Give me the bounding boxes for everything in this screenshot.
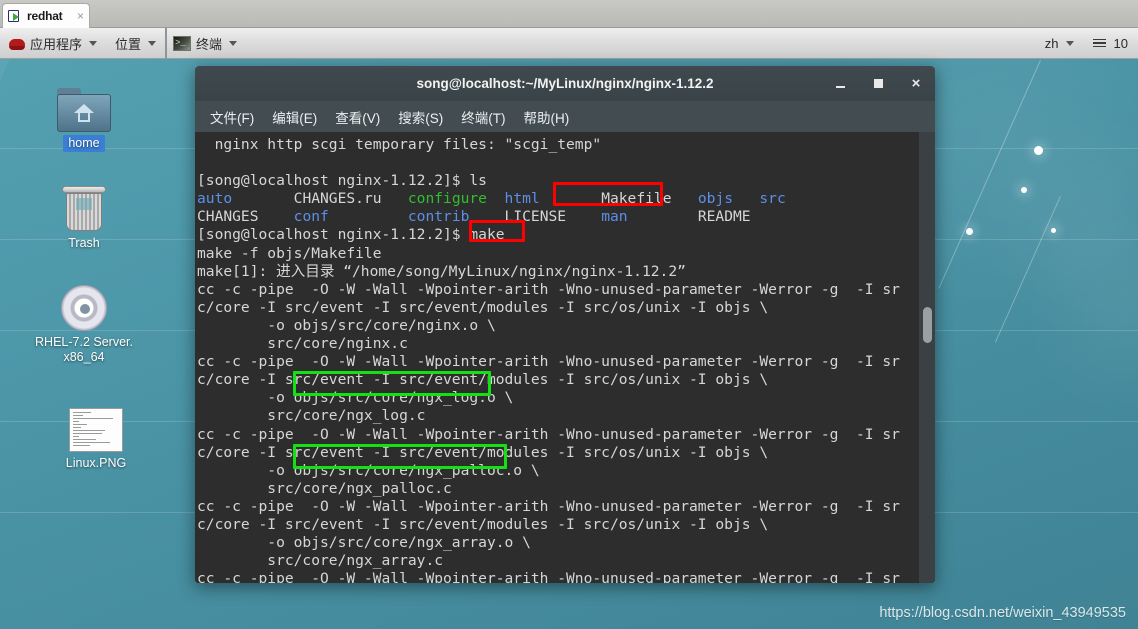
desktop-icon-linux-png[interactable]: Linux.PNG xyxy=(31,396,161,472)
scrollbar-thumb[interactable] xyxy=(923,307,932,343)
trash-icon xyxy=(19,176,149,232)
chevron-down-icon xyxy=(89,40,98,46)
terminal-line: cc -c -pipe -O -W -Wall -Wpointer-arith … xyxy=(197,425,900,443)
system-status-menu[interactable]: 10 xyxy=(1083,36,1138,51)
terminal-line: c/core -I src/event -I src/event/modules… xyxy=(197,515,769,533)
terminal-titlebar[interactable]: song@localhost:~/MyLinux/nginx/nginx-1.1… xyxy=(195,66,935,101)
terminal-line: auto CHANGES.ru configure html Makefile … xyxy=(197,190,919,208)
menu-terminal[interactable]: 终端(T) xyxy=(454,105,512,129)
window-controls: × xyxy=(821,66,935,101)
terminal-line: make[1]: 进入目录 “/home/song/MyLinux/nginx/… xyxy=(197,262,686,280)
menu-places-label: 位置 xyxy=(115,36,142,52)
ls-entry: man xyxy=(601,208,698,226)
terminal-menubar: 文件(F) 编辑(E) 查看(V) 搜索(S) 终端(T) 帮助(H) xyxy=(195,101,935,132)
input-method-indicator[interactable]: zh xyxy=(1036,28,1083,59)
minimize-button[interactable] xyxy=(821,66,859,101)
terminal-line: src/core/nginx.c xyxy=(197,335,408,353)
desktop-icon-trash[interactable]: Trash xyxy=(19,176,149,252)
terminal-line: cc -c -pipe -O -W -Wall -Wpointer-arith … xyxy=(197,570,900,583)
ls-entry: configure xyxy=(407,190,505,208)
ls-entry: conf xyxy=(293,208,408,226)
desktop-icon-home-label: home xyxy=(63,135,105,152)
chevron-down-icon xyxy=(229,40,238,46)
terminal-line: nginx http scgi temporary files: "scgi_t… xyxy=(197,136,602,153)
terminal-window: song@localhost:~/MyLinux/nginx/nginx-1.1… xyxy=(195,66,935,583)
terminal-line: -o objs/src/core/ngx_array.o \ xyxy=(197,534,531,552)
desktop-icon-rhel-disc-label: RHEL-7.2 Server. x86_64 xyxy=(35,335,133,364)
ls-entry: src xyxy=(759,190,786,208)
ls-entry: auto xyxy=(197,190,294,208)
desktop-icon-home[interactable]: home xyxy=(19,76,149,152)
desktop-screen: redhat × 应用程序 位置 >_ 终端 zh 10 home Trash … xyxy=(0,0,1138,629)
terminal-title: song@localhost:~/MyLinux/nginx/nginx-1.1… xyxy=(416,76,714,91)
ls-entry: objs xyxy=(697,190,760,208)
menu-applications-label: 应用程序 xyxy=(30,36,83,52)
browser-tab-strip: redhat × xyxy=(0,0,1138,28)
image-file-icon xyxy=(31,396,161,452)
ls-entry: CHANGES xyxy=(197,208,294,226)
clock-label: 10 xyxy=(1113,35,1128,51)
hamburger-icon xyxy=(1092,38,1106,48)
desktop-icon-rhel-disc[interactable]: RHEL-7.2 Server. x86_64 xyxy=(19,275,149,366)
terminal-line: make -f objs/Makefile xyxy=(197,244,382,262)
terminal-line: cc -c -pipe -O -W -Wall -Wpointer-arith … xyxy=(197,280,900,298)
menu-search[interactable]: 搜索(S) xyxy=(391,105,450,129)
ls-entry: Makefile xyxy=(601,190,698,208)
terminal-line: src/core/ngx_palloc.c xyxy=(197,479,452,497)
terminal-line: c/core -I src/event -I src/event/modules… xyxy=(197,371,769,389)
ls-entry: CHANGES.ru xyxy=(293,190,408,208)
terminal-line: CHANGES conf contrib LICENSE man README xyxy=(197,208,919,226)
input-method-label: zh xyxy=(1044,35,1059,51)
tab-label: redhat xyxy=(27,9,63,23)
menu-edit[interactable]: 编辑(E) xyxy=(265,105,324,129)
terminal-line: cc -c -pipe -O -W -Wall -Wpointer-arith … xyxy=(197,497,900,515)
maximize-button[interactable] xyxy=(859,66,897,101)
terminal-line: src/core/ngx_array.c xyxy=(197,552,444,570)
terminal-line: -o objs/src/core/nginx.o \ xyxy=(197,316,496,334)
ls-entry: LICENSE xyxy=(504,208,602,226)
close-button[interactable]: × xyxy=(897,66,935,101)
redhat-logo-icon xyxy=(9,36,25,50)
window-selector-terminal[interactable]: >_ 终端 xyxy=(165,27,246,59)
menu-places[interactable]: 位置 xyxy=(106,28,165,59)
ls-entry: html xyxy=(504,190,602,208)
desktop-icon-trash-label: Trash xyxy=(68,236,100,250)
terminal-line: c/core -I src/event -I src/event/modules… xyxy=(197,298,769,316)
home-folder-icon xyxy=(19,76,149,132)
menu-help[interactable]: 帮助(H) xyxy=(517,105,577,129)
chevron-down-icon xyxy=(148,40,157,46)
terminal-line: c/core -I src/event -I src/event/modules… xyxy=(197,443,769,461)
close-icon[interactable]: × xyxy=(77,10,84,22)
ls-entry: README xyxy=(697,208,751,226)
terminal-line: -o objs/src/core/ngx_log.o \ xyxy=(197,389,514,407)
watermark: https://blog.csdn.net/weixin_43949535 xyxy=(879,605,1126,621)
terminal-line: [song@localhost nginx-1.12.2]$ ls xyxy=(197,172,487,190)
terminal-scrollbar[interactable] xyxy=(919,132,935,583)
menu-view[interactable]: 查看(V) xyxy=(328,105,387,129)
ls-entry: contrib xyxy=(407,208,505,226)
terminal-line: [song@localhost nginx-1.12.2]$ make xyxy=(197,226,505,244)
menu-applications[interactable]: 应用程序 xyxy=(0,28,106,59)
tab-redhat[interactable]: redhat × xyxy=(2,3,90,28)
terminal-line: -o objs/src/core/ngx_palloc.o \ xyxy=(197,461,540,479)
terminal-body[interactable]: nginx http scgi temporary files: "scgi_t… xyxy=(195,132,935,583)
terminal-line: cc -c -pipe -O -W -Wall -Wpointer-arith … xyxy=(197,353,900,371)
terminal-output[interactable]: nginx http scgi temporary files: "scgi_t… xyxy=(195,132,919,583)
menu-file[interactable]: 文件(F) xyxy=(203,105,261,129)
terminal-icon: >_ xyxy=(173,35,192,51)
desktop-icon-linux-png-label: Linux.PNG xyxy=(65,456,127,470)
window-selector-label: 终端 xyxy=(196,36,223,52)
chevron-down-icon xyxy=(1065,40,1074,46)
terminal-line: src/core/ngx_log.c xyxy=(197,407,426,425)
cd-disc-icon xyxy=(19,275,149,331)
gnome-top-panel: 应用程序 位置 >_ 终端 zh 10 xyxy=(0,27,1138,59)
redhat-shadowman-icon xyxy=(8,9,22,23)
